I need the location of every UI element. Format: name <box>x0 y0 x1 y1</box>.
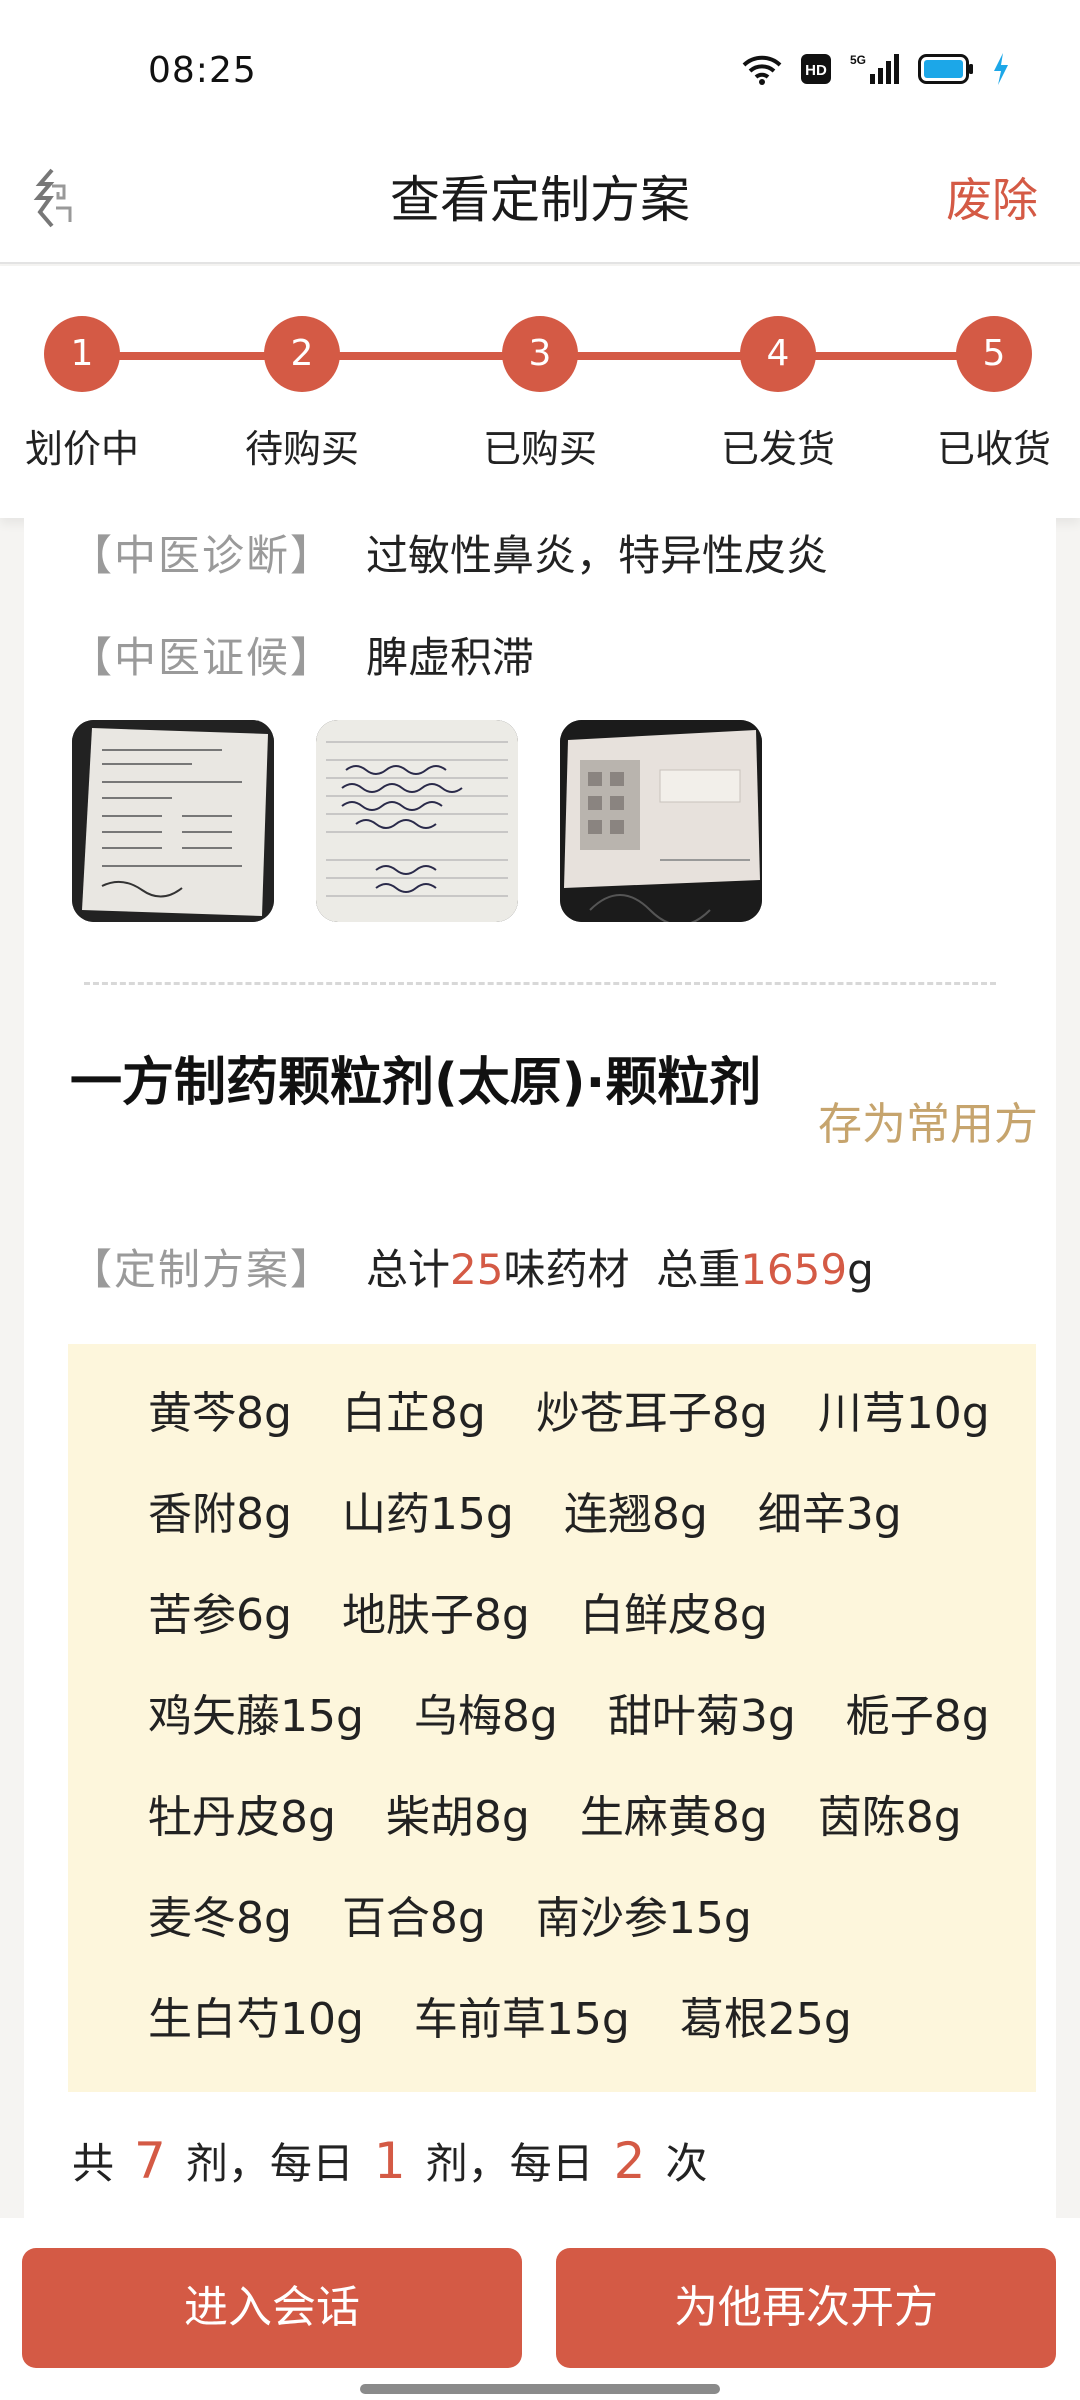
herb-item: 柴胡8g <box>385 1792 530 1843</box>
step-label: 待购买 <box>244 427 359 471</box>
step-label: 已收货 <box>936 427 1051 471</box>
dosage-instructions: 共 7 剂，每日 1 剂，每日 2 次 <box>72 2130 708 2191</box>
signal-5g-icon: 5G <box>850 52 900 86</box>
total-suffix: 味药材 <box>503 1245 630 1294</box>
tcm-diagnosis-value: 过敏性鼻炎，特异性皮炎 <box>366 531 829 580</box>
dose-count: 7 <box>134 2132 166 2190</box>
herb-item: 细辛3g <box>757 1489 902 1540</box>
wifi-icon <box>742 53 782 85</box>
step-pending-purchase: 2 待购买 <box>222 316 382 473</box>
herb-item: 百合8g <box>341 1893 486 1944</box>
tcm-syndrome-value: 脾虚积滞 <box>366 633 535 682</box>
herb-item: 甜叶菊3g <box>607 1691 796 1742</box>
weight-unit: g <box>847 1245 874 1294</box>
medical-record-photo-1[interactable] <box>72 720 274 922</box>
herb-item: 地肤子8g <box>341 1590 530 1641</box>
bottom-action-bar: 进入会话 为他再次开方 <box>0 2218 1080 2400</box>
herb-row: 生白芍10g 车前草15g 葛根25g <box>148 1980 1036 2081</box>
custom-plan-row: 【定制方案】 总计25味药材 总重1659g <box>70 1236 874 1297</box>
prescription-card: 【中医诊断】 过敏性鼻炎，特异性皮炎 【中医证候】 脾虚积滞 一方制药颗粒剂(太… <box>24 518 1056 2218</box>
step-number: 4 <box>740 316 816 392</box>
outpatient-record-booklet-photo[interactable] <box>560 720 762 922</box>
status-time: 08:25 <box>148 50 257 91</box>
home-indicator[interactable] <box>360 2384 720 2394</box>
herb-item: 香附8g <box>148 1489 292 1540</box>
step-number: 5 <box>956 316 1032 392</box>
times-per-day: 2 <box>613 2132 646 2190</box>
herb-row: 麦冬8g 百合8g 南沙参15g <box>148 1879 1036 1980</box>
charging-icon <box>992 52 1010 86</box>
dashed-divider <box>84 982 996 985</box>
hd-icon: HD <box>800 53 832 85</box>
page-title: 查看定制方案 <box>390 171 690 229</box>
herb-item: 葛根25g <box>679 1994 852 2045</box>
step-number: 1 <box>44 316 120 392</box>
herb-row: 苦参6g 地肤子8g 白鲜皮8g <box>148 1576 1036 1677</box>
herb-item: 南沙参15g <box>535 1893 752 1944</box>
herb-item: 麦冬8g <box>148 1893 292 1944</box>
herb-item: 生麻黄8g <box>579 1792 768 1843</box>
network-label: 5G <box>850 53 866 67</box>
formula-name: 一方制药颗粒剂(太原)·颗粒剂 <box>70 1053 762 1113</box>
dosage-text: 剂，每日 <box>185 2139 354 2188</box>
prescribe-again-button[interactable]: 为他再次开方 <box>556 2248 1056 2368</box>
dosage-text: 次 <box>665 2139 708 2188</box>
herb-row: 牡丹皮8g 柴胡8g 生麻黄8g 茵陈8g <box>148 1778 1036 1879</box>
tcm-diagnosis-row: 【中医诊断】 过敏性鼻炎，特异性皮炎 <box>70 522 828 583</box>
weight-prefix: 总重 <box>656 1245 741 1294</box>
title-bar: 查看定制方案 废除 <box>0 140 1080 264</box>
herb-item: 白芷8g <box>341 1388 486 1439</box>
herb-item: 鸡矢藤15g <box>148 1691 364 1742</box>
step-purchased: 3 已购买 <box>460 316 620 473</box>
medical-record-photo-2[interactable] <box>316 720 518 922</box>
dosage-text: 剂，每日 <box>425 2139 594 2188</box>
status-icons: HD 5G <box>742 52 1010 86</box>
tcm-syndrome-row: 【中医证候】 脾虚积滞 <box>70 624 534 685</box>
herb-row: 黄芩8g 白芷8g 炒苍耳子8g 川芎10g <box>148 1374 1036 1475</box>
total-prefix: 总计 <box>366 1245 451 1294</box>
hd-label: HD <box>805 62 827 79</box>
attachment-thumbnails <box>72 720 762 922</box>
herb-item: 牡丹皮8g <box>148 1792 336 1843</box>
progress-steps: 1 划价中 2 待购买 3 已购买 4 已发货 5 已收货 <box>0 266 1080 518</box>
herb-item: 川芎10g <box>817 1388 990 1439</box>
step-label: 划价中 <box>24 427 139 471</box>
herb-list: 黄芩8g 白芷8g 炒苍耳子8g 川芎10g 香附8g 山药15g 连翘8g 细辛3g 苦参… <box>68 1344 1036 2092</box>
total-herb-count: 25 <box>450 1245 504 1294</box>
abolish-button[interactable]: 废除 <box>946 160 1038 240</box>
dosage-text: 共 <box>72 2139 115 2188</box>
step-number: 2 <box>264 316 340 392</box>
status-bar: 08:25 HD 5G <box>0 0 1080 140</box>
custom-plan-label: 【定制方案】 <box>70 1245 335 1294</box>
enter-chat-button[interactable]: 进入会话 <box>22 2248 522 2368</box>
step-received: 5 已收货 <box>914 316 1074 473</box>
herb-item: 生白芍10g <box>148 1994 364 2045</box>
herb-item: 山药15g <box>341 1489 514 1540</box>
herb-item: 车前草15g <box>413 1994 630 2045</box>
save-as-common-button[interactable]: 存为常用方 <box>818 1088 1038 1152</box>
battery-icon <box>918 54 974 84</box>
total-weight: 1659 <box>740 1245 848 1294</box>
herb-item: 栀子8g <box>845 1691 990 1742</box>
tcm-diagnosis-label: 【中医诊断】 <box>70 531 335 580</box>
custom-plan-summary: 总计25味药材 总重1659g <box>366 1236 874 1297</box>
step-shipped: 4 已发货 <box>698 316 858 473</box>
herb-item: 炒苍耳子8g <box>535 1388 768 1439</box>
step-pricing: 1 划价中 <box>2 316 162 473</box>
herb-item: 苦参6g <box>148 1590 292 1641</box>
doses-per-day: 1 <box>373 2132 406 2190</box>
step-number: 3 <box>502 316 578 392</box>
tcm-syndrome-label: 【中医证候】 <box>70 633 335 682</box>
step-label: 已发货 <box>720 427 835 471</box>
herb-item: 茵陈8g <box>817 1792 962 1843</box>
herb-row: 鸡矢藤15g 乌梅8g 甜叶菊3g 栀子8g <box>148 1677 1036 1778</box>
herb-item: 白鲜皮8g <box>579 1590 768 1641</box>
herb-item: 黄芩8g <box>148 1388 292 1439</box>
herb-item: 连翘8g <box>563 1489 708 1540</box>
herb-row: 香附8g 山药15g 连翘8g 细辛3g <box>148 1475 1036 1576</box>
herb-item: 乌梅8g <box>413 1691 558 1742</box>
step-label: 已购买 <box>482 427 597 471</box>
